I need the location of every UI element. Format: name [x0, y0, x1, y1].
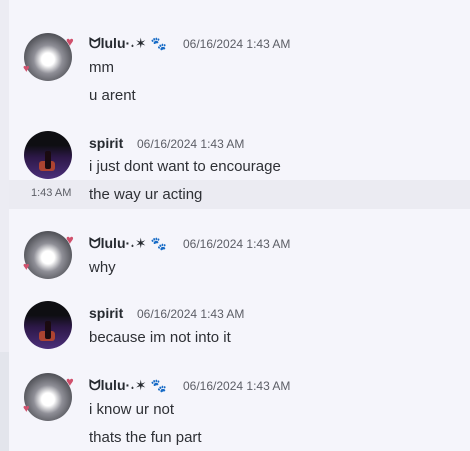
heart-icon: ♥ — [23, 63, 30, 75]
message-text: the way ur acting — [89, 186, 203, 203]
message-text: thats the fun part — [89, 429, 202, 446]
avatar[interactable] — [24, 33, 72, 81]
author-name[interactable]: ᗢlulu·˖✶ 🐾 — [89, 35, 167, 52]
left-edge-strip — [0, 0, 9, 451]
avatar[interactable] — [24, 373, 72, 421]
heart-icon: ♥ — [23, 403, 30, 415]
author-name[interactable]: spirit — [89, 305, 123, 321]
hovered-message-row — [9, 180, 470, 209]
message-text: i know ur not — [89, 401, 175, 418]
author-name[interactable]: ᗢlulu·˖✶ 🐾 — [89, 235, 167, 252]
avatar[interactable] — [24, 131, 72, 179]
message-text: because im not into it — [89, 329, 231, 346]
paw-icon: 🐾 — [150, 36, 167, 51]
timestamp: 06/16/2024 1:43 AM — [183, 37, 291, 51]
message-text: mm — [89, 59, 114, 76]
avatar[interactable] — [24, 231, 72, 279]
hover-timestamp: 1:43 AM — [31, 187, 72, 199]
author-name[interactable]: spirit — [89, 135, 123, 151]
timestamp: 06/16/2024 1:43 AM — [183, 237, 291, 251]
message-text: u arent — [89, 87, 136, 104]
message-text: i just dont want to encourage — [89, 158, 281, 175]
author-name[interactable]: ᗢlulu·˖✶ 🐾 — [89, 377, 167, 394]
heart-icon: ♥ — [23, 261, 30, 273]
timestamp: 06/16/2024 1:43 AM — [137, 137, 245, 151]
timestamp: 06/16/2024 1:43 AM — [137, 307, 245, 321]
heart-icon: ♥ — [66, 374, 74, 389]
avatar[interactable] — [24, 301, 72, 349]
message-text: why — [89, 259, 116, 276]
heart-icon: ♥ — [66, 34, 74, 49]
paw-icon: 🐾 — [150, 236, 167, 251]
heart-icon: ♥ — [66, 232, 74, 247]
timestamp: 06/16/2024 1:43 AM — [183, 379, 291, 393]
paw-icon: 🐾 — [150, 378, 167, 393]
